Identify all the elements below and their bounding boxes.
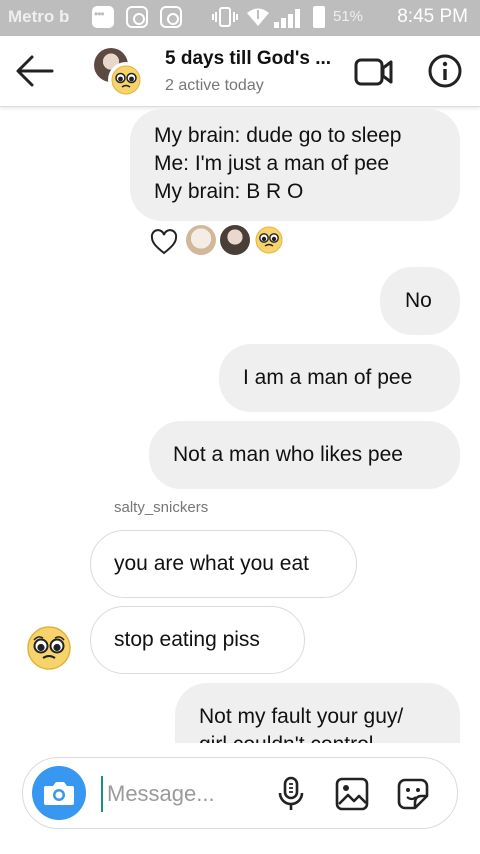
camera-button[interactable] xyxy=(32,766,86,820)
battery-percent: 51% xyxy=(333,8,364,25)
video-call-icon[interactable] xyxy=(354,56,394,88)
message-text: Me: I'm just a man of pee xyxy=(154,152,390,175)
status-bar: Metro b 51% 8:45 PM xyxy=(0,0,480,36)
instagram-notification-icon xyxy=(126,6,148,28)
wifi-icon xyxy=(246,6,269,28)
message-text: girl couldn't control xyxy=(199,731,460,743)
camera-icon xyxy=(44,782,74,805)
sticker-icon[interactable] xyxy=(395,776,431,812)
heart-icon[interactable] xyxy=(150,229,178,255)
reactions-row[interactable] xyxy=(150,225,290,257)
carrier-name: Metro b xyxy=(8,7,70,26)
message-thread[interactable]: My brain: dude go to sleep Me: I'm just … xyxy=(0,107,480,743)
pleading-face-avatar xyxy=(108,62,144,98)
message-bubble[interactable]: Not my fault your guy/ girl couldn't con… xyxy=(175,683,460,743)
sender-avatar[interactable] xyxy=(26,625,72,671)
message-text: Not a man who likes pee xyxy=(173,443,403,466)
message-text: No xyxy=(405,289,432,312)
message-bubble[interactable]: you are what you eat xyxy=(90,530,357,598)
info-icon[interactable] xyxy=(428,54,462,88)
back-arrow-icon[interactable] xyxy=(14,52,56,90)
message-composer xyxy=(22,757,458,829)
message-text: I am a man of pee xyxy=(243,366,413,389)
reaction-avatar-person xyxy=(220,225,250,255)
sender-name: salty_snickers xyxy=(114,499,209,516)
chat-title[interactable]: 5 days till God's ... xyxy=(165,48,331,70)
message-bubble[interactable]: stop eating piss xyxy=(90,606,305,674)
chat-header: 5 days till God's ... 2 active today xyxy=(0,36,480,107)
message-bubble[interactable]: I am a man of pee xyxy=(219,344,460,412)
message-bubble[interactable]: Not a man who likes pee xyxy=(149,421,460,489)
message-text: stop eating piss xyxy=(114,628,260,651)
group-avatar[interactable] xyxy=(94,48,144,98)
battery-icon xyxy=(313,6,325,28)
pleading-face-icon xyxy=(255,226,283,254)
message-text: My brain: dude go to sleep xyxy=(154,124,402,147)
message-text: My brain: B R O xyxy=(154,180,304,203)
signal-icon xyxy=(268,8,304,28)
vibrate-icon xyxy=(212,6,238,28)
gallery-icon[interactable] xyxy=(334,776,370,812)
chat-notification-icon xyxy=(92,6,114,28)
message-text: you are what you eat xyxy=(114,552,309,575)
microphone-icon[interactable] xyxy=(273,776,309,812)
instagram-notification-icon-2 xyxy=(160,6,182,28)
message-bubble[interactable]: No xyxy=(380,267,460,335)
message-text: Not my fault your guy/ xyxy=(199,705,404,728)
message-bubble[interactable]: My brain: dude go to sleep Me: I'm just … xyxy=(130,109,460,221)
clock: 8:45 PM xyxy=(397,6,468,27)
reaction-avatar-cat xyxy=(186,225,216,255)
active-status: 2 active today xyxy=(165,77,264,94)
message-input[interactable] xyxy=(101,776,259,812)
